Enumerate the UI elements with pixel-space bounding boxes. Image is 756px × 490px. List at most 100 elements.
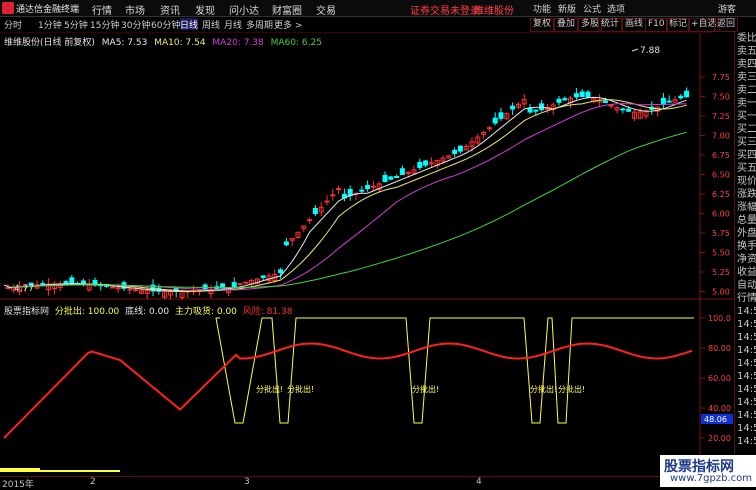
side-panel-label: 净资 bbox=[737, 254, 756, 265]
side-panel-label: 卖一 bbox=[737, 98, 756, 109]
y-tick-label: 40.00 bbox=[708, 404, 731, 413]
menu-item-trade[interactable]: 交易 bbox=[316, 2, 336, 17]
risk-value: 风险: 81.38 bbox=[242, 307, 293, 317]
tool-f10[interactable]: F10 bbox=[645, 18, 668, 32]
menu-item-assistant[interactable]: 问小达 bbox=[229, 2, 259, 17]
y-tick-label: 6.00 bbox=[712, 210, 730, 219]
candle bbox=[585, 91, 591, 98]
date-label: 4 bbox=[476, 477, 482, 487]
watermark: 股票指标网 www.7gpzb.com bbox=[660, 455, 756, 487]
tool-mark[interactable]: 标记 bbox=[666, 18, 691, 32]
candle bbox=[562, 98, 568, 101]
menu-bar: 通达信金融终端 行情 市场 资讯 发现 问小达 财富圈 交易 证券交易未登录 维… bbox=[0, 0, 756, 17]
signal-label: 分批出! bbox=[287, 384, 314, 394]
menu-function[interactable]: 功能 bbox=[533, 2, 551, 15]
candle bbox=[388, 176, 394, 180]
candle bbox=[452, 149, 458, 154]
accumulation-value: 主力吸货: 0.00 bbox=[174, 307, 237, 317]
side-panel-label: 总量 bbox=[737, 215, 756, 226]
menu-formula[interactable]: 公式 bbox=[583, 2, 601, 15]
candle bbox=[365, 184, 371, 190]
menu-item-market[interactable]: 市场 bbox=[125, 2, 145, 17]
tool-overlay[interactable]: 叠加 bbox=[554, 18, 579, 32]
side-panel-label: 14:5 bbox=[737, 410, 756, 421]
period-tick[interactable]: 分时 bbox=[4, 18, 22, 31]
signal-label: 分批出! bbox=[558, 384, 585, 394]
login-notice[interactable]: 证券交易未登录 bbox=[410, 2, 480, 17]
candle bbox=[602, 100, 608, 104]
period-60min[interactable]: 60分钟 bbox=[151, 18, 180, 31]
candle bbox=[457, 145, 463, 152]
period-30min[interactable]: 30分钟 bbox=[121, 18, 150, 31]
side-panel-label: 14:5 bbox=[737, 306, 756, 317]
menu-guest[interactable]: 游客 bbox=[718, 2, 736, 15]
candle bbox=[556, 98, 562, 103]
watermark-url: www.7gpzb.com bbox=[670, 473, 752, 484]
back-button[interactable]: 返回 bbox=[714, 18, 739, 32]
side-panel-label: 14:5 bbox=[737, 371, 756, 382]
candle bbox=[109, 286, 115, 289]
side-panel-label: 卖四 bbox=[737, 59, 756, 70]
candle bbox=[533, 109, 539, 112]
price-chart[interactable]: 7.75 7.50 7.25 7.00 6.75 6.50 6.25 6.00 5.75 5.50… bbox=[0, 33, 734, 300]
candle bbox=[133, 289, 139, 292]
candle bbox=[347, 188, 353, 197]
indicator-chart[interactable]: 100.0 80.00 60.00 40.00 20.00 分批出! 分批出! 分批出!… bbox=[0, 300, 734, 476]
menu-item-news[interactable]: 资讯 bbox=[160, 2, 180, 17]
candle bbox=[278, 269, 284, 274]
y-tick-label: 7.75 bbox=[712, 73, 730, 82]
date-label: 2 bbox=[90, 477, 96, 487]
candle bbox=[69, 277, 75, 285]
candle bbox=[231, 282, 237, 288]
period-multi[interactable]: 多周期 bbox=[246, 18, 273, 31]
signal-label: 分批出! bbox=[412, 384, 439, 394]
stock-name-notice: 维维股份 bbox=[474, 6, 514, 17]
period-15min[interactable]: 15分钟 bbox=[90, 18, 119, 31]
candle bbox=[684, 90, 690, 98]
menu-new-version[interactable]: 新版 bbox=[558, 2, 576, 15]
candle bbox=[399, 168, 405, 175]
side-panel-label: 卖五 bbox=[737, 46, 756, 57]
tool-draw[interactable]: 画线 bbox=[622, 18, 647, 32]
candle bbox=[510, 105, 516, 110]
period-5min[interactable]: 5分钟 bbox=[64, 18, 88, 31]
quote-side-panel[interactable]: 委比 卖五 卖四 卖三 卖二 卖一 买一 买二 买三 买四 买五 现价 涨跌 涨幅 总量 外盘 换手 净资 收益 自动… bbox=[734, 33, 756, 487]
ma10-value: MA10: 7.54 bbox=[154, 38, 206, 48]
side-panel-label: 买一 bbox=[737, 111, 756, 122]
menu-options[interactable]: 选项 bbox=[607, 2, 625, 15]
period-week[interactable]: 周线 bbox=[202, 18, 220, 31]
candle bbox=[492, 117, 498, 124]
y-tick-label: 6.25 bbox=[712, 190, 730, 199]
current-indicator-value: 48.06 bbox=[704, 415, 727, 424]
side-panel-label: 委比 bbox=[737, 33, 756, 44]
side-panel-label: 行情 bbox=[737, 293, 756, 304]
candle bbox=[370, 185, 376, 188]
period-1min[interactable]: 1分钟 bbox=[38, 18, 62, 31]
candle bbox=[579, 91, 585, 98]
menu-item-wealth[interactable]: 财富圈 bbox=[272, 2, 302, 17]
candle bbox=[423, 160, 429, 166]
candle bbox=[330, 194, 336, 197]
candle bbox=[678, 95, 684, 99]
period-day[interactable]: 日线 bbox=[180, 18, 199, 31]
menu-item-discover[interactable]: 发现 bbox=[195, 2, 215, 17]
y-tick-label: 80.00 bbox=[708, 344, 731, 353]
price-info-line: 维维股份(日线 前复权) MA5: 7.53 MA10: 7.54 MA20: … bbox=[4, 35, 322, 48]
candle bbox=[666, 100, 672, 103]
candle bbox=[573, 93, 579, 98]
side-panel-label: 涨跌 bbox=[737, 189, 756, 200]
candle bbox=[359, 189, 365, 192]
ma20-value: MA20: 7.38 bbox=[212, 38, 264, 48]
candle bbox=[237, 283, 243, 286]
period-month[interactable]: 月线 bbox=[224, 18, 242, 31]
y-tick-label: 5.00 bbox=[712, 288, 730, 297]
side-panel-label: 14:5 bbox=[737, 345, 756, 356]
candle bbox=[260, 275, 266, 278]
period-more[interactable]: 更多 > bbox=[274, 18, 302, 31]
tool-stats[interactable]: 统计 bbox=[598, 18, 623, 32]
y-tick-label: 100.0 bbox=[708, 314, 731, 323]
menu-item-quotes[interactable]: 行情 bbox=[92, 2, 112, 17]
tool-adjust[interactable]: 复权 bbox=[530, 18, 555, 32]
side-panel-label: 14:5 bbox=[737, 436, 756, 447]
candle bbox=[608, 104, 614, 107]
